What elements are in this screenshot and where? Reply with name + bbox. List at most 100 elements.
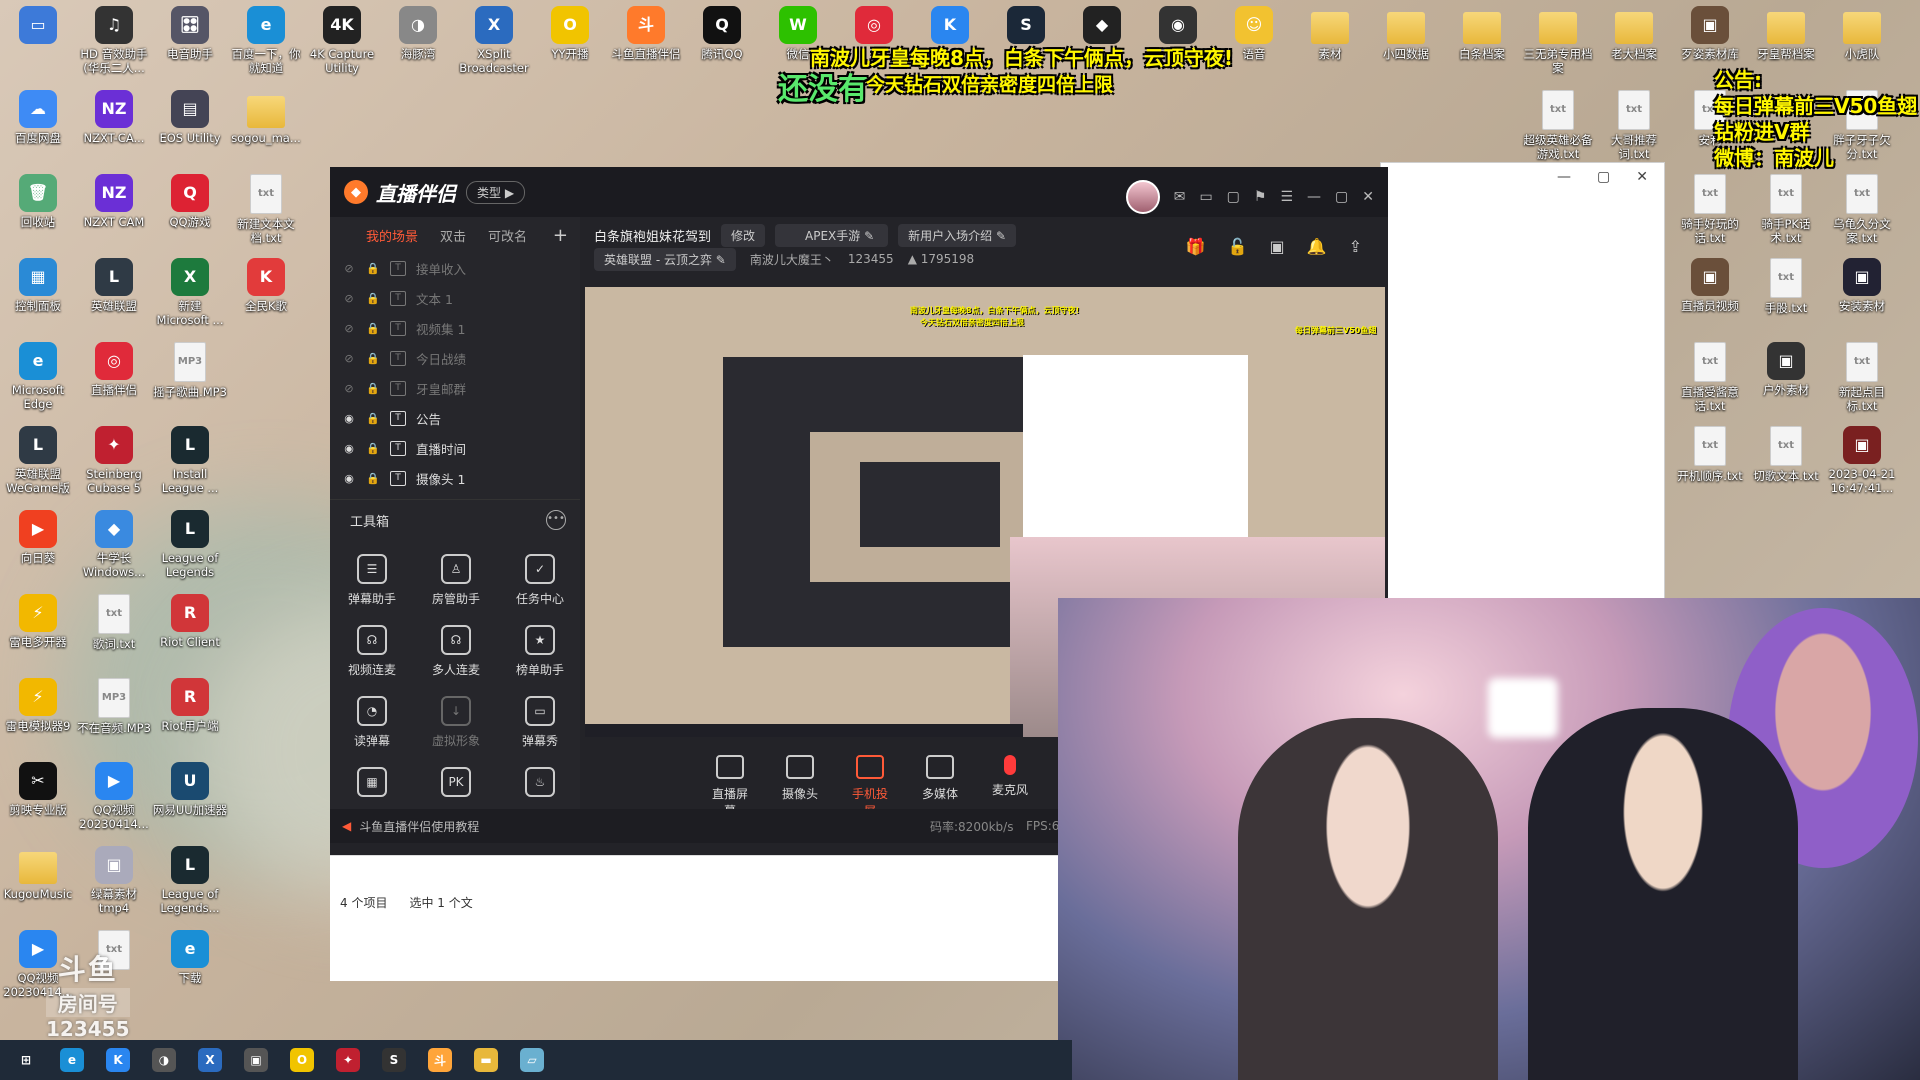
avatar[interactable] — [1125, 180, 1160, 214]
desktop-icon[interactable]: L 英雄联盟 — [76, 258, 152, 313]
tool-item[interactable]: ✓ 任务中心 — [498, 554, 582, 607]
desktop-icon[interactable]: ◆ 牛学长 Windows... — [76, 510, 152, 579]
taskbar-app-icon[interactable]: ▱ — [520, 1048, 544, 1072]
source-item[interactable]: ◉ 🔒 T 公告 — [330, 403, 580, 433]
tool-item[interactable]: ↓ 虚拟形象 — [414, 696, 498, 749]
desktop-icon[interactable]: txt 新建文本文档.txt — [228, 174, 304, 245]
desktop-icon[interactable]: txt 超级英雄必备游戏.txt — [1520, 90, 1596, 161]
desktop-icon[interactable]: 老大档案 — [1596, 6, 1672, 61]
bell-icon[interactable]: 🔔 — [1307, 237, 1327, 256]
source-item[interactable]: ⊘ 🔒 T 牙皇邮群 — [330, 373, 580, 403]
desktop-icon[interactable]: txt 手股.txt — [1748, 258, 1824, 315]
eye-icon[interactable]: ◉ — [342, 442, 356, 455]
minimize-icon[interactable]: — — [1307, 189, 1321, 205]
desktop-icon[interactable]: ✂ 剪映专业版 — [0, 762, 76, 817]
layout-icon[interactable]: ▣ — [1270, 237, 1285, 256]
category-pill[interactable]: 英雄联盟 - 云顶之弈 ✎ — [594, 247, 736, 271]
taskbar-app-icon[interactable]: 斗 — [428, 1048, 452, 1072]
desktop-icon[interactable]: ☁ 百度网盘 — [0, 90, 76, 145]
desktop-icon[interactable]: Q 腾讯QQ — [684, 6, 760, 61]
tool-item[interactable]: ♙ 房管助手 — [414, 554, 498, 607]
explorer-file-area[interactable]: 4 个项目 选中 1 个文 — [330, 855, 1058, 981]
desktop-icon[interactable]: 素材 — [1292, 6, 1368, 61]
eye-icon[interactable]: ◉ — [342, 412, 356, 425]
desktop-icon[interactable]: sogou_ma... — [228, 90, 304, 145]
taskbar-app-icon[interactable]: S — [382, 1048, 406, 1072]
desktop-icon[interactable]: 牙皇帮档案 — [1748, 6, 1824, 61]
desktop-icon[interactable]: Q QQ游戏 — [152, 174, 228, 229]
desktop-icon[interactable]: ✦ Steinberg Cubase 5 — [76, 426, 152, 495]
add-scene-button[interactable]: + — [553, 225, 568, 246]
gift-icon[interactable]: 🎁 — [1186, 237, 1206, 256]
desktop-icon[interactable]: txt 乌龟久分文案.txt — [1824, 174, 1900, 245]
start-icon[interactable]: ⊞ — [14, 1048, 38, 1072]
tool-item[interactable]: ☊ 多人连麦 — [414, 625, 498, 678]
desktop-icon[interactable]: ▤ EOS Utility — [152, 90, 228, 145]
desktop-icon[interactable]: ▣ 2023-04-21 16:47:41... — [1824, 426, 1900, 495]
desktop-icon[interactable]: R Riot Client — [152, 594, 228, 649]
eye-off-icon[interactable]: ⊘ — [342, 382, 356, 395]
source-item[interactable]: ◉ 🔒 T 直播时间 — [330, 433, 580, 463]
desktop-icon[interactable]: O YY开播 — [532, 6, 608, 61]
desktop-icon[interactable]: ◆ — [1064, 6, 1140, 47]
desktop-icon[interactable]: ▭ — [0, 6, 76, 47]
eye-off-icon[interactable]: ⊘ — [342, 262, 356, 275]
tool-item[interactable]: ▦ — [330, 767, 414, 803]
desktop-icon[interactable]: txt 开机顺序.txt — [1672, 426, 1748, 483]
taskbar-app-icon[interactable]: e — [60, 1048, 84, 1072]
unlock-icon[interactable]: 🔓 — [1228, 237, 1248, 256]
desktop-icon[interactable]: ▶ QQ视频20230414... — [76, 762, 152, 831]
tool-item[interactable]: ☰ 弹幕助手 — [330, 554, 414, 607]
desktop-icon[interactable]: ◎ — [836, 6, 912, 47]
desktop-icon[interactable]: e 下载 — [152, 930, 228, 985]
tool-item[interactable]: ☊ 视频连麦 — [330, 625, 414, 678]
source-item[interactable]: ◉ 🔒 T 摄像头 1 — [330, 463, 580, 493]
taskbar-app-icon[interactable]: K — [106, 1048, 130, 1072]
tool-item[interactable]: ◔ 读弹幕 — [330, 696, 414, 749]
maximize-icon[interactable]: ▢ — [1335, 189, 1348, 205]
desktop-icon[interactable]: ⚡ 雷电模拟器9 — [0, 678, 76, 733]
record-icon[interactable]: ▢ — [1227, 189, 1240, 205]
desktop-icon[interactable]: L League of Legends... — [152, 846, 228, 915]
desktop-icon[interactable]: txt 直播受酱意话.txt — [1672, 342, 1748, 413]
source-item[interactable]: ⊘ 🔒 T 视频集 1 — [330, 313, 580, 343]
minimize-icon[interactable]: — — [1557, 169, 1571, 185]
tutorial-link[interactable]: 斗鱼直播伴侣使用教程 — [359, 818, 479, 835]
desktop-icon[interactable]: R Riot用户端 — [152, 678, 228, 733]
desktop-icon[interactable]: 🎛 电音助手 — [152, 6, 228, 61]
source-item[interactable]: ⊘ 🔒 T 接单收入 — [330, 253, 580, 283]
lock-icon[interactable]: 🔒 — [366, 382, 380, 395]
taskbar-app-icon[interactable]: X — [198, 1048, 222, 1072]
desktop-icon[interactable]: NZ NZXT-CA... — [76, 90, 152, 145]
maximize-icon[interactable]: ▢ — [1597, 169, 1610, 185]
desktop-icon[interactable]: 小虎队 — [1824, 6, 1900, 61]
lock-icon[interactable]: 🔒 — [366, 322, 380, 335]
type-button[interactable]: 类型 ▶ — [466, 180, 526, 204]
desktop-icon[interactable]: e 百度一下，你就知道 — [228, 6, 304, 75]
desktop-icon[interactable]: ▣ 户外素材 — [1748, 342, 1824, 397]
desktop-icon[interactable]: txt 新起点目标.txt — [1824, 342, 1900, 413]
desktop-icon[interactable]: X XSplit Broadcaster — [456, 6, 532, 75]
desktop-icon[interactable]: 4K 4K Capture Utility — [304, 6, 380, 75]
desktop-icon[interactable]: 斗斗鱼直播伴侣 — [608, 6, 684, 61]
desktop-icon[interactable]: 三无弟专用档案 — [1520, 6, 1596, 75]
lock-icon[interactable]: 🔒 — [366, 262, 380, 275]
desktop-icon[interactable]: K 全民K歌 — [228, 258, 304, 313]
taskbar-app-icon[interactable]: ▬ — [474, 1048, 498, 1072]
edit-title-button[interactable]: 修改 — [721, 223, 766, 247]
desktop-icon[interactable]: L 英雄联盟 WeGame版 — [0, 426, 76, 495]
eye-icon[interactable]: ◉ — [342, 472, 356, 485]
desktop-icon[interactable]: txt 大哥推荐词.txt — [1596, 90, 1672, 161]
source-item[interactable]: ⊘ 🔒 T 今日战绩 — [330, 343, 580, 373]
desktop-icon[interactable]: MP3 不在音频.MP3 — [76, 678, 152, 735]
desktop-icon[interactable]: ▶ 向日葵 — [0, 510, 76, 565]
desktop-icon[interactable]: 🗑 回收站 — [0, 174, 76, 229]
eye-off-icon[interactable]: ⊘ — [342, 352, 356, 365]
desktop-icon[interactable]: ▦ 控制面板 — [0, 258, 76, 313]
game-pill[interactable]: APEX手游 ✎ — [775, 223, 889, 247]
screen-icon[interactable]: ▭ — [1199, 189, 1212, 205]
share-icon[interactable]: ⇪ — [1349, 237, 1362, 256]
desktop-icon[interactable]: txt 骑手PK话术.txt — [1748, 174, 1824, 245]
desktop-icon[interactable]: NZ NZXT CAM — [76, 174, 152, 229]
desktop-icon[interactable]: ◑ 海豚湾 — [380, 6, 456, 61]
